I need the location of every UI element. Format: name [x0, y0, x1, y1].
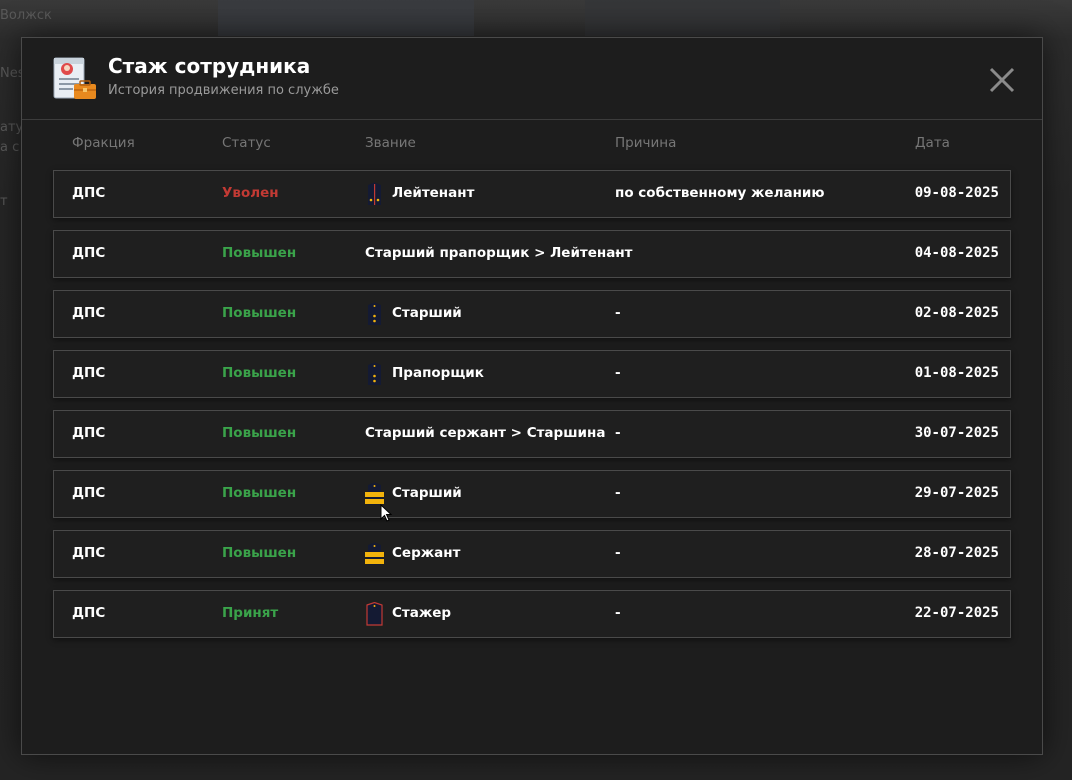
- senior-sergeant-shoulder-board-icon: [365, 482, 384, 505]
- table-row[interactable]: ДПС Повышен Старший прапорщик > Лейтенан…: [53, 230, 1011, 278]
- date-cell: 04-08-2025: [914, 245, 999, 261]
- history-table: ДПС Уволен Лейтенант по собственному жел…: [53, 170, 1011, 650]
- column-header-reason: Причина: [615, 135, 677, 151]
- table-row[interactable]: ДПС Повышен Старший сержант > Старшина -…: [53, 410, 1011, 458]
- reason-cell: -: [615, 245, 621, 261]
- modal-title: Стаж сотрудника: [108, 54, 311, 78]
- column-header-status: Статус: [222, 135, 271, 151]
- mouse-cursor-icon: [380, 504, 393, 522]
- status-cell: Повышен: [222, 245, 297, 261]
- employee-record-icon: [53, 57, 96, 99]
- modal-header: Стаж сотрудника История продвижения по с…: [22, 38, 1042, 120]
- reason-cell: -: [615, 485, 621, 501]
- status-cell: Повышен: [222, 305, 297, 321]
- background-image: [218, 0, 474, 36]
- faction-cell: ДПС: [72, 425, 106, 441]
- column-header-rank: Звание: [365, 135, 416, 151]
- date-cell: 09-08-2025: [914, 185, 999, 201]
- rank-cell: Старший прапорщик > Лейтенант: [365, 245, 633, 261]
- rank-cell: Стажер: [392, 605, 452, 621]
- table-row[interactable]: ДПС Уволен Лейтенант по собственному жел…: [53, 170, 1011, 218]
- faction-cell: ДПС: [72, 365, 106, 381]
- background-text: Волжск: [0, 8, 52, 23]
- table-header: Фракция Статус Звание Причина Дата: [22, 135, 1042, 155]
- modal-subtitle: История продвижения по службе: [108, 83, 339, 98]
- date-cell: 30-07-2025: [914, 425, 999, 441]
- faction-cell: ДПС: [72, 185, 106, 201]
- close-icon[interactable]: [982, 60, 1022, 100]
- date-cell: 29-07-2025: [914, 485, 999, 501]
- service-history-modal: Стаж сотрудника История продвижения по с…: [21, 37, 1043, 755]
- status-cell: Уволен: [222, 185, 279, 201]
- status-cell: Повышен: [222, 365, 297, 381]
- status-cell: Повышен: [222, 545, 297, 561]
- rank-cell: Прапорщик: [392, 365, 484, 381]
- rank-cell: Старший: [392, 485, 462, 501]
- faction-cell: ДПС: [72, 305, 106, 321]
- background-image: [585, 0, 780, 36]
- faction-cell: ДПС: [72, 485, 106, 501]
- column-header-faction: Фракция: [72, 135, 135, 151]
- reason-cell: -: [615, 605, 621, 621]
- lieutenant-shoulder-board-icon: [368, 182, 381, 205]
- trainee-shoulder-board-icon: [366, 602, 383, 626]
- date-cell: 02-08-2025: [914, 305, 999, 321]
- background-text: а с: [0, 140, 20, 155]
- faction-cell: ДПС: [72, 245, 106, 261]
- status-cell: Принят: [222, 605, 279, 621]
- column-header-date: Дата: [915, 135, 950, 151]
- table-row[interactable]: ДПС Принят Стажер - 22-07-2025: [53, 590, 1011, 638]
- reason-cell: -: [615, 545, 621, 561]
- faction-cell: ДПС: [72, 605, 106, 621]
- date-cell: 28-07-2025: [914, 545, 999, 561]
- reason-cell: -: [615, 425, 621, 441]
- status-cell: Повышен: [222, 485, 297, 501]
- reason-cell: -: [615, 305, 621, 321]
- rank-cell: Старший сержант > Старшина: [365, 425, 606, 441]
- reason-cell: -: [615, 365, 621, 381]
- table-row[interactable]: ДПС Повышен Сержант - 28-07-2025: [53, 530, 1011, 578]
- date-cell: 22-07-2025: [914, 605, 999, 621]
- date-cell: 01-08-2025: [914, 365, 999, 381]
- sergeant-shoulder-board-icon: [365, 542, 384, 565]
- warrant-shoulder-board-icon: [368, 362, 381, 385]
- reason-cell: по собственному желанию: [615, 185, 825, 201]
- senior-warrant-shoulder-board-icon: [368, 302, 381, 325]
- rank-cell: Лейтенант: [392, 185, 475, 201]
- rank-cell: Сержант: [392, 545, 461, 561]
- status-cell: Повышен: [222, 425, 297, 441]
- rank-cell: Старший: [392, 305, 462, 321]
- table-row[interactable]: ДПС Повышен Старший - 29-07-2025: [53, 470, 1011, 518]
- table-row[interactable]: ДПС Повышен Прапорщик - 01-08-2025: [53, 350, 1011, 398]
- background-text: т: [0, 194, 8, 209]
- table-row[interactable]: ДПС Повышен Старший - 02-08-2025: [53, 290, 1011, 338]
- faction-cell: ДПС: [72, 545, 106, 561]
